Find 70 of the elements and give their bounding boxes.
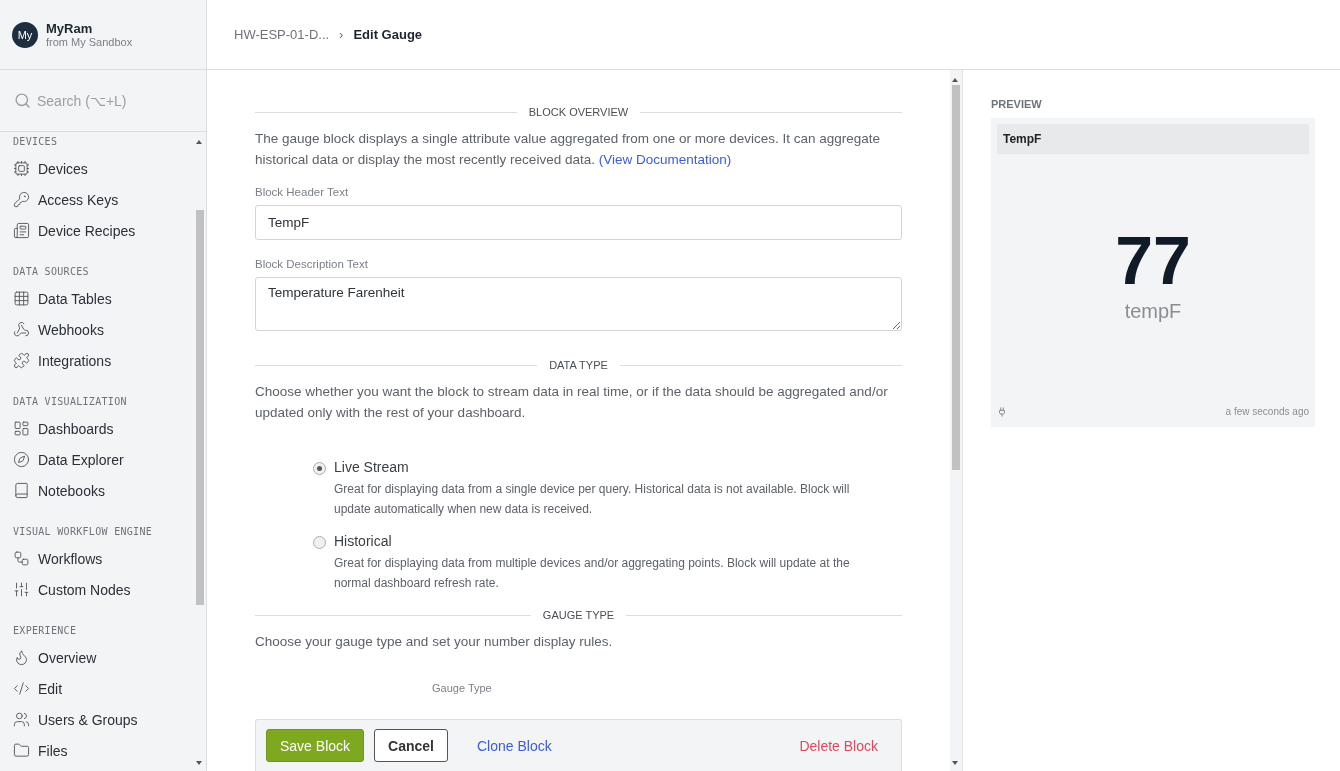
text-field[interactable]: TempF [255,205,902,240]
field-label: Block Header Text [255,186,350,198]
search-icon [14,92,31,109]
section-title: DEVICES [13,136,59,147]
nav-item[interactable]: Dashboards [13,413,194,444]
radio-label: Historical [334,533,393,549]
app-name: MyRam [46,21,94,36]
plug-icon [997,406,1007,417]
book-icon [13,482,30,499]
clone-button[interactable]: Clone Block [463,729,565,762]
documentation-link[interactable]: (View Documentation) [598,152,732,167]
delete-button[interactable]: Delete Block [786,729,891,762]
nav-item[interactable]: Files [13,735,194,766]
section-heading: GAUGE TYPE [255,609,902,621]
timestamp: a few seconds ago [1225,406,1309,417]
nav-item[interactable]: Device Recipes [13,215,194,246]
option-description: Great for displaying data from multiple devices and/or aggregating points. Block will update at the normal dashboard refresh rate. [334,555,851,592]
nav-item[interactable]: Overview [13,642,194,673]
card-header: TempF [997,124,1309,154]
breadcrumb-separator: › [339,27,344,42]
scrollbar[interactable] [950,70,962,771]
nav-item[interactable]: Custom Nodes [13,574,194,605]
nav-item[interactable]: Notebooks [13,475,194,506]
key-icon [13,191,30,208]
sliders-icon [13,581,30,598]
nav-item[interactable]: Devices [13,153,194,184]
section-title: DATA SOURCES [13,266,90,277]
radio-label: Live Stream [334,459,410,475]
table-icon [13,290,30,307]
nav-item[interactable]: Edit [13,673,194,704]
section-title: EXPERIENCE [13,625,78,636]
section-heading: BLOCK OVERVIEW [255,106,902,118]
radio-button[interactable] [313,462,326,475]
app-subtitle: from My Sandbox [46,36,133,48]
section-title: VISUAL WORKFLOW ENGINE [13,526,154,537]
nav-item[interactable]: Integrations [13,345,194,376]
webhook-icon [13,321,30,338]
option-description: Great for displaying data from a single device per query. Historical data is not available. Block will update automatically when new data is received. [334,481,851,518]
cancel-button[interactable]: Cancel [374,729,448,762]
code-icon [13,680,30,697]
field-label: Gauge Type [432,682,493,694]
puzzle-icon [13,352,30,369]
gauge-unit: tempF [1123,300,1183,323]
gauge-value: 77 [1114,226,1192,294]
preview-title: PREVIEW [991,98,1043,110]
nav-item[interactable]: Workflows [13,543,194,574]
nav-item[interactable]: Data Explorer [13,444,194,475]
section-title: DATA VISUALIZATION [13,396,128,407]
nav-item[interactable]: Data Tables [13,283,194,314]
text-area[interactable]: Temperature Farenheit [255,277,902,331]
page-title: Edit Gauge [353,27,423,42]
nav-item[interactable]: Webhooks [13,314,194,345]
document-icon [13,222,30,239]
flame-icon [13,649,30,666]
breadcrumb-link[interactable]: HW-ESP-01-D... [234,27,330,42]
folder-icon [13,742,30,759]
compass-icon [13,451,30,468]
description-text: Choose your gauge type and set your number display rules. [255,633,614,651]
workflow-icon [13,550,30,567]
nav-item[interactable]: Access Keys [13,184,194,215]
users-icon [13,711,30,728]
nav-item[interactable]: Users & Groups [13,704,194,735]
radio-button[interactable] [313,536,326,549]
description-text: The gauge block displays a single attribute value aggregated from one or more devices. It can aggregate historical data or display the most recently received data. (View Documentation) [255,130,882,169]
chip-icon [13,160,30,177]
field-label: Block Description Text [255,258,369,270]
avatar: My [12,21,38,48]
dashboard-icon [13,420,30,437]
description-text: Choose whether you want the block to stream data in real time, or if the data should be aggregated and/or updated only with the rest of your dashboard. [255,383,889,422]
section-heading: DATA TYPE [255,359,902,371]
